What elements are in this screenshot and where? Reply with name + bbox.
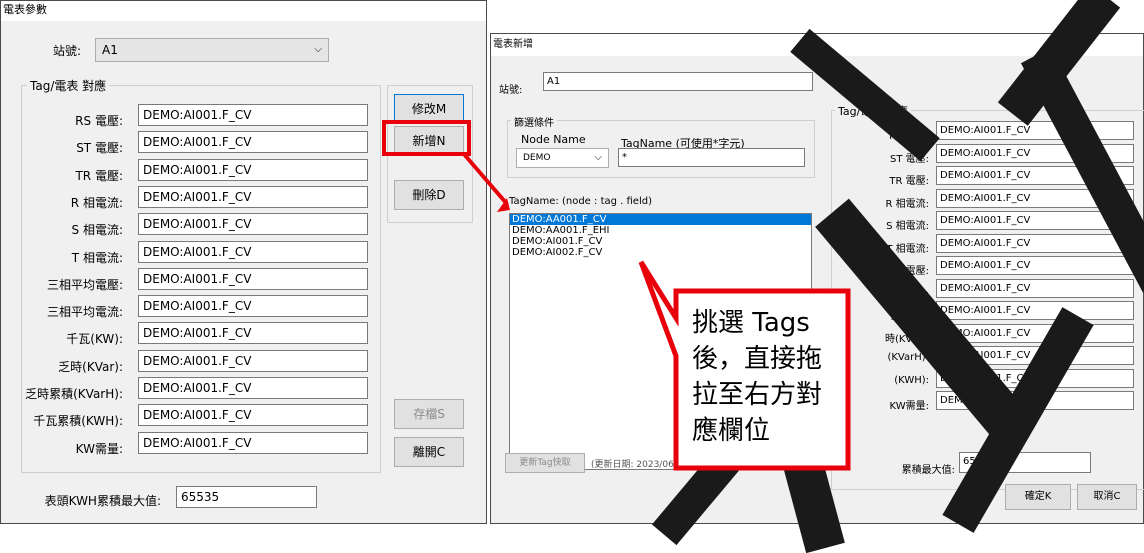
callout-text: 挑選 Tags 後，直接拖拉至右方對應欄位 — [692, 308, 823, 446]
annotation-overlay — [461, 151, 851, 471]
drag-arrow-line — [461, 151, 509, 206]
